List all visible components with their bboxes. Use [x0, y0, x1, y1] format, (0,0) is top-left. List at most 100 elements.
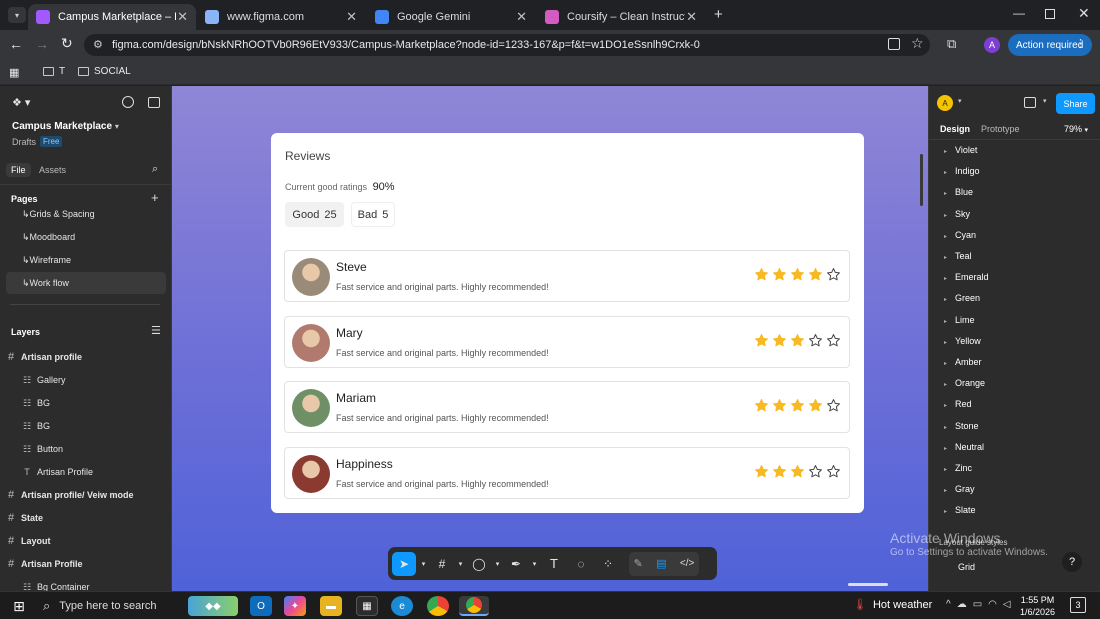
- layer-item[interactable]: T Artisan Profile: [0, 461, 171, 483]
- forward-arrow-icon[interactable]: →: [35, 36, 49, 52]
- widgets-icon[interactable]: ◆◆: [188, 596, 238, 616]
- pen-tool-button[interactable]: ✒: [505, 552, 527, 576]
- color-style-group[interactable]: ▸ Stone: [944, 421, 979, 431]
- color-style-group[interactable]: ▸ Orange: [944, 378, 985, 388]
- apps-grid-icon[interactable]: ▦: [9, 66, 19, 79]
- color-style-group[interactable]: ▸ Cyan: [944, 230, 976, 240]
- minimize-button[interactable]: —: [1013, 6, 1025, 20]
- sidebar-toggle-icon[interactable]: [148, 97, 160, 108]
- chevron-down-icon[interactable]: ▾: [419, 552, 428, 576]
- star-rating[interactable]: [754, 464, 841, 479]
- system-tray[interactable]: ^ ☁ ▭ ◠ ◁: [946, 599, 1011, 610]
- move-tool-button[interactable]: ➤: [392, 551, 416, 576]
- chevron-down-icon[interactable]: ▾: [1043, 97, 1047, 105]
- star-outline-icon[interactable]: [808, 333, 823, 348]
- chevron-down-icon[interactable]: ▾: [493, 552, 502, 576]
- figma-canvas[interactable]: Reviews Current good ratings 90% Good 25 …: [172, 86, 928, 591]
- color-style-group[interactable]: ▸ Sky: [944, 209, 970, 219]
- star-outline-icon[interactable]: [808, 464, 823, 479]
- star-filled-icon[interactable]: [772, 398, 787, 413]
- color-style-group[interactable]: ▸ Green: [944, 293, 980, 303]
- maximize-button[interactable]: [1045, 9, 1055, 19]
- bookmark-folder-social[interactable]: SOCIAL: [78, 66, 131, 77]
- back-arrow-icon[interactable]: ←: [9, 36, 23, 52]
- edge-icon[interactable]: e: [391, 596, 413, 616]
- layer-item[interactable]: ☷ Gallery: [0, 369, 171, 391]
- grid-style-item[interactable]: Grid: [958, 562, 975, 572]
- color-style-group[interactable]: ▸ Yellow: [944, 336, 981, 346]
- layer-item[interactable]: # Artisan Profile: [0, 553, 171, 575]
- file-name[interactable]: Campus Marketplace ▾: [12, 121, 119, 132]
- layer-item[interactable]: ☷ BG: [0, 392, 171, 414]
- color-style-group[interactable]: ▸ Slate: [944, 505, 976, 515]
- star-filled-icon[interactable]: [772, 464, 787, 479]
- url-bar[interactable]: ⚙ figma.com/design/bNskNRhOOTVb0R96EtV93…: [84, 34, 930, 56]
- color-style-group[interactable]: ▸ Blue: [944, 187, 973, 197]
- file-explorer-icon[interactable]: ▬: [320, 596, 342, 616]
- assets-tab[interactable]: Assets: [39, 165, 66, 175]
- site-settings-icon[interactable]: ⚙: [93, 38, 103, 51]
- store-icon[interactable]: ▦: [356, 596, 378, 616]
- color-style-group[interactable]: ▸ Violet: [944, 145, 977, 155]
- search-icon[interactable]: ⌕: [152, 163, 158, 176]
- color-style-group[interactable]: ▸ Amber: [944, 357, 982, 367]
- star-outline-icon[interactable]: [826, 333, 841, 348]
- layers-list-icon[interactable]: ☰: [151, 324, 161, 337]
- profile-avatar[interactable]: A: [984, 37, 1000, 53]
- star-filled-icon[interactable]: [754, 398, 769, 413]
- clock[interactable]: 1:55 PM 1/6/2026: [1020, 594, 1055, 618]
- canvas-scrollbar[interactable]: [920, 154, 923, 206]
- zoom-level[interactable]: 79% ▾: [1064, 124, 1088, 134]
- star-filled-icon[interactable]: [754, 333, 769, 348]
- chrome-icon[interactable]: [427, 596, 449, 616]
- star-rating[interactable]: [754, 267, 841, 282]
- layer-item[interactable]: # Layout: [0, 530, 171, 552]
- file-tab[interactable]: File: [6, 163, 31, 177]
- user-avatar[interactable]: A: [937, 95, 953, 111]
- star-filled-icon[interactable]: [808, 267, 823, 282]
- star-filled-icon[interactable]: [790, 267, 805, 282]
- star-filled-icon[interactable]: [754, 464, 769, 479]
- comment-tool-button[interactable]: ◌: [569, 552, 593, 576]
- copilot-icon[interactable]: ✦: [284, 596, 306, 616]
- close-window-button[interactable]: ✕: [1078, 5, 1090, 22]
- review-item[interactable]: Happiness Fast service and original parts…: [284, 446, 850, 499]
- browser-tab[interactable]: Coursify – Clean Instructor Ma✕: [537, 4, 705, 30]
- reload-icon[interactable]: ↻: [61, 35, 73, 52]
- star-outline-icon[interactable]: [826, 398, 841, 413]
- chevron-down-icon[interactable]: ▾: [456, 552, 465, 576]
- close-tab-icon[interactable]: ✕: [346, 9, 357, 25]
- new-tab-button[interactable]: +: [714, 6, 723, 23]
- review-item[interactable]: Steve Fast service and original parts. Hi…: [284, 250, 850, 302]
- shape-tool-button[interactable]: ◯: [468, 552, 490, 576]
- canvas-hscrollbar[interactable]: [848, 583, 888, 586]
- design-tab[interactable]: Design: [940, 124, 970, 134]
- close-tab-icon[interactable]: ✕: [516, 9, 527, 25]
- present-icon[interactable]: [1024, 97, 1036, 108]
- review-item[interactable]: Mariam Fast service and original parts. H…: [284, 381, 850, 433]
- layer-item[interactable]: # Artisan profile: [0, 346, 171, 368]
- extensions-icon[interactable]: ⧉: [947, 36, 956, 52]
- prototype-tab[interactable]: Prototype: [981, 124, 1020, 134]
- outlook-icon[interactable]: O: [250, 596, 272, 616]
- draw-mode-icon[interactable]: ✎: [634, 557, 643, 570]
- screenshot-icon[interactable]: [888, 38, 900, 50]
- star-filled-icon[interactable]: [772, 333, 787, 348]
- star-filled-icon[interactable]: [790, 464, 805, 479]
- tab-search-button[interactable]: ▾: [8, 7, 26, 23]
- layer-item[interactable]: # State: [0, 507, 171, 529]
- good-filter-chip[interactable]: Good 25: [285, 202, 344, 227]
- color-style-group[interactable]: ▸ Teal: [944, 251, 972, 261]
- browser-tab[interactable]: Campus Marketplace – Figma✕: [28, 4, 196, 30]
- star-filled-icon[interactable]: [790, 398, 805, 413]
- star-outline-icon[interactable]: [826, 267, 841, 282]
- design-mode-icon[interactable]: ▤: [656, 557, 666, 570]
- color-style-group[interactable]: ▸ Red: [944, 399, 972, 409]
- frame-tool-button[interactable]: #: [431, 552, 453, 576]
- notifications-badge[interactable]: 3: [1070, 597, 1086, 613]
- star-filled-icon[interactable]: [772, 267, 787, 282]
- browser-tab[interactable]: Google Gemini ✕: [367, 4, 535, 30]
- cloud-save-icon[interactable]: [122, 96, 134, 108]
- text-tool-button[interactable]: T: [542, 552, 566, 576]
- star-outline-icon[interactable]: [826, 464, 841, 479]
